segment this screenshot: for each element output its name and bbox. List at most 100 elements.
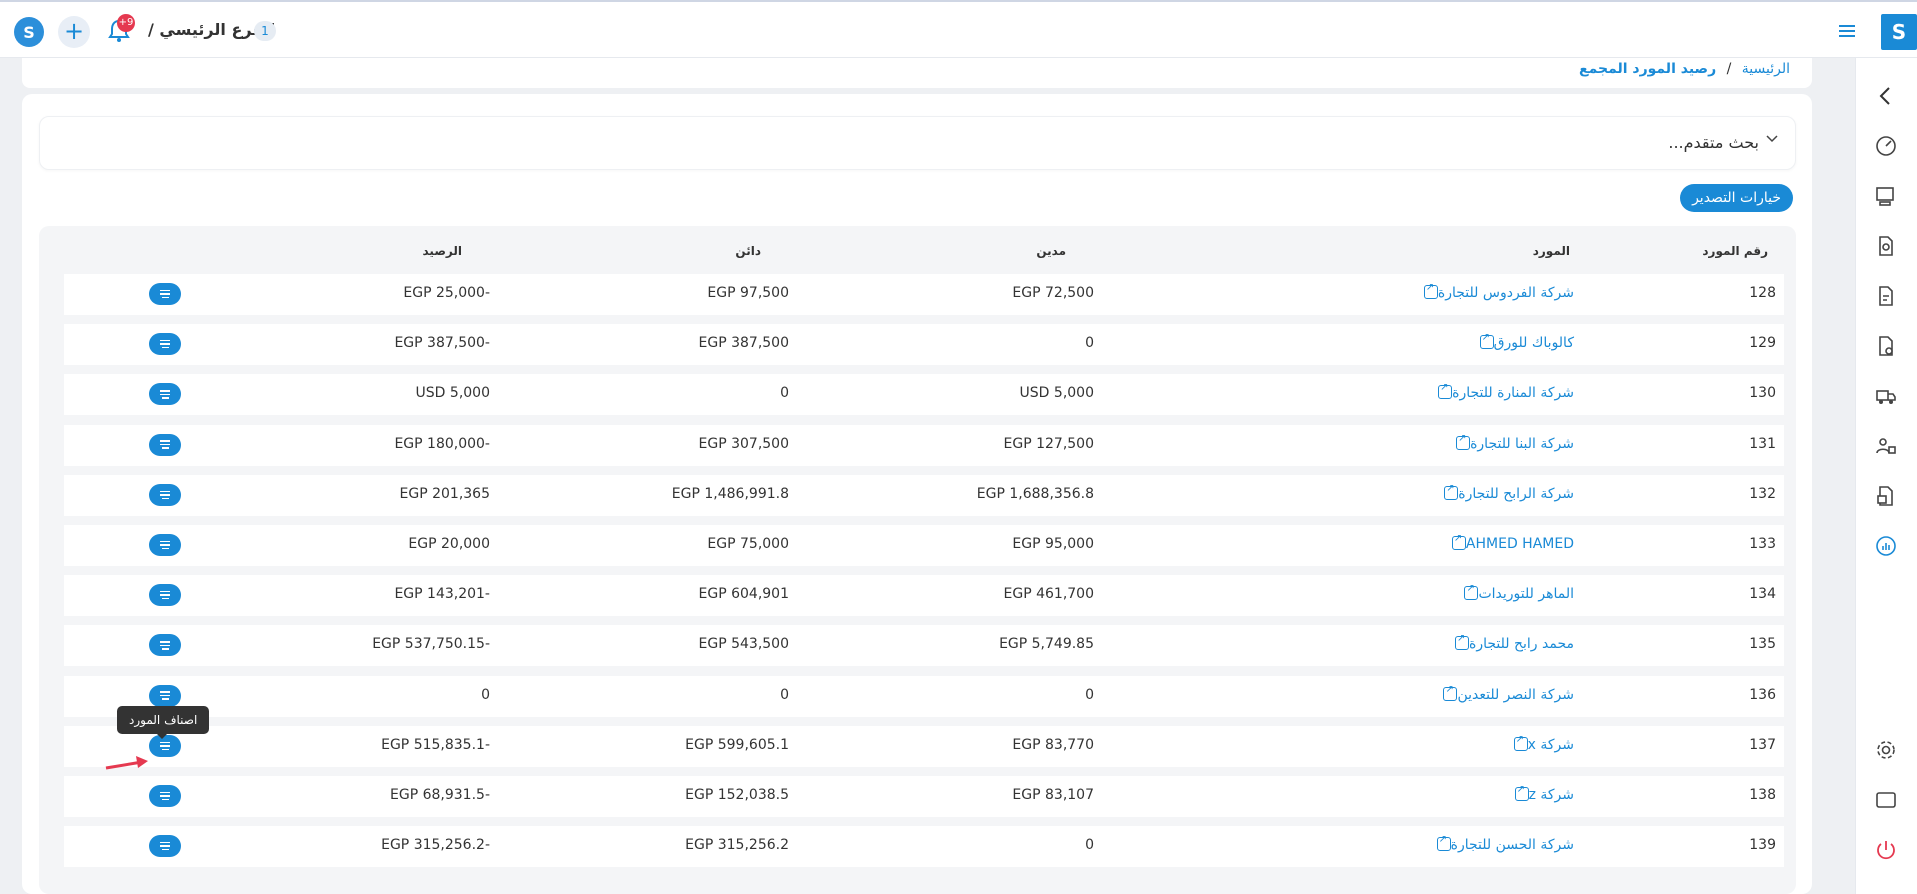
supplier-items-button[interactable] bbox=[149, 433, 181, 456]
warehouse-icon[interactable] bbox=[1874, 484, 1898, 508]
supplier-name[interactable]: شركة x bbox=[1528, 737, 1574, 753]
supplier-items-button[interactable] bbox=[149, 483, 181, 506]
table-row: 128 شركة الفردوس للتجارة EGP 72,500 EGP 97,… bbox=[64, 274, 1784, 315]
app-logo-icon[interactable]: S bbox=[14, 17, 44, 47]
supplier-link[interactable]: شركة z bbox=[1509, 784, 1574, 803]
supplier-number-cell: 128 bbox=[1749, 285, 1776, 301]
supplier-items-button[interactable] bbox=[149, 835, 181, 858]
supplier-items-button[interactable] bbox=[149, 785, 181, 807]
external-link-icon[interactable] bbox=[1436, 834, 1451, 852]
delivery-icon[interactable] bbox=[1874, 384, 1898, 408]
balance-cell: EGP 143,201- bbox=[394, 586, 490, 603]
table-row: 137 شركة x EGP 83,770 EGP 599,605.1 EGP 515,… bbox=[64, 725, 1784, 767]
power-icon[interactable] bbox=[1874, 838, 1898, 862]
supplier-link[interactable]: AHMED HAMED bbox=[1446, 533, 1574, 552]
invoice-icon[interactable] bbox=[1874, 284, 1898, 308]
chevron-left-icon[interactable] bbox=[1874, 84, 1898, 108]
add-button[interactable]: + bbox=[58, 16, 90, 48]
external-link-icon[interactable] bbox=[1464, 583, 1479, 601]
chevron-down-icon[interactable] bbox=[1765, 131, 1779, 149]
debit-cell: 0 bbox=[1085, 837, 1094, 854]
external-link-icon[interactable] bbox=[1443, 684, 1458, 701]
supplier-link[interactable]: شركة x bbox=[1508, 734, 1574, 753]
supplier-items-button[interactable] bbox=[149, 333, 181, 356]
supplier-number-cell: 131 bbox=[1749, 435, 1776, 452]
supplier-link[interactable]: شركة البنا للتجارة bbox=[1450, 433, 1574, 452]
breadcrumb-home[interactable]: الرئيسية bbox=[1742, 61, 1790, 77]
supplier-link[interactable]: شركة الحسن للتجارة bbox=[1431, 834, 1574, 853]
table-row: 131 شركة البنا للتجارة EGP 127,500 EGP 307,… bbox=[64, 424, 1784, 466]
supplier-link[interactable]: شركة الفردوس للتجارة bbox=[1418, 282, 1574, 301]
supplier-name[interactable]: AHMED HAMED bbox=[1466, 536, 1574, 552]
purchase-icon[interactable] bbox=[1874, 334, 1898, 358]
supplier-link[interactable]: شركة المنارة للتجارة bbox=[1432, 382, 1574, 401]
supplier-name[interactable]: شركة الرابح للتجارة bbox=[1458, 486, 1574, 502]
pos-icon[interactable] bbox=[1874, 184, 1898, 208]
supplier-number-cell: 139 bbox=[1749, 837, 1776, 854]
table-row: 138 شركة z EGP 83,107 EGP 152,038.5 EGP 68,9… bbox=[64, 776, 1784, 817]
supplier-link[interactable]: شركة الرابح للتجارة bbox=[1438, 483, 1574, 502]
supplier-number-cell: 133 bbox=[1749, 536, 1776, 552]
debit-cell: EGP 83,107 bbox=[1012, 787, 1094, 803]
table-header: رقم المورد المورد مدين دائن الرصيد bbox=[39, 226, 1796, 266]
supplier-name[interactable]: شركة z bbox=[1529, 787, 1574, 803]
breadcrumb-bar bbox=[22, 58, 1812, 88]
export-options-button[interactable]: خيارات التصدير bbox=[1680, 184, 1793, 212]
supplier-items-button[interactable] bbox=[149, 584, 181, 607]
table-row: 134 الماهر للتوريدات EGP 461,700 EGP 604,90… bbox=[64, 575, 1784, 617]
external-link-icon[interactable] bbox=[1514, 784, 1529, 801]
debit-cell: EGP 1,688,356.8 bbox=[976, 485, 1094, 502]
debit-cell: EGP 72,500 bbox=[1012, 285, 1094, 301]
supplier-number-cell: 137 bbox=[1749, 736, 1776, 753]
supplier-name[interactable]: شركة الحسن للتجارة bbox=[1451, 837, 1574, 853]
supplier-items-button[interactable] bbox=[149, 634, 181, 657]
supplier-link[interactable]: محمد رابح للتجارة bbox=[1449, 633, 1574, 652]
settings-icon[interactable] bbox=[1874, 738, 1898, 762]
credit-cell: EGP 543,500 bbox=[698, 636, 789, 653]
external-link-icon[interactable] bbox=[1456, 433, 1471, 450]
supplier-number-cell: 135 bbox=[1749, 636, 1776, 653]
supplier-name[interactable]: الماهر للتوريدات bbox=[1478, 586, 1574, 602]
credit-cell: 0 bbox=[780, 686, 789, 703]
credit-cell: EGP 1,486,991.8 bbox=[671, 485, 789, 502]
external-link-icon[interactable] bbox=[1423, 282, 1438, 299]
supplier-link[interactable]: شركة النصر للتعدين bbox=[1437, 684, 1574, 703]
external-link-icon[interactable] bbox=[1455, 633, 1469, 651]
supplier-name[interactable]: شركة الفردوس للتجارة bbox=[1438, 285, 1574, 301]
supplier-name[interactable]: كالوباك للورق bbox=[1494, 335, 1574, 351]
supplier-items-button[interactable] bbox=[149, 534, 181, 556]
brand-logo-icon[interactable]: S bbox=[1881, 14, 1917, 50]
supplier-name[interactable]: شركة البنا للتجارة bbox=[1470, 436, 1574, 452]
external-link-icon[interactable] bbox=[1513, 734, 1528, 751]
external-link-icon[interactable] bbox=[1444, 483, 1459, 500]
supplier-name[interactable]: محمد رابح للتجارة bbox=[1469, 636, 1574, 652]
menu-toggle-icon[interactable] bbox=[1836, 20, 1858, 42]
credit-cell: EGP 307,500 bbox=[698, 435, 789, 452]
supplier-link[interactable]: الماهر للتوريدات bbox=[1458, 583, 1574, 602]
window-icon[interactable] bbox=[1874, 788, 1898, 812]
debit-cell: EGP 5,749.85 bbox=[999, 636, 1094, 653]
supplier-items-button[interactable] bbox=[149, 283, 181, 305]
pointer-arrow-icon bbox=[105, 756, 148, 770]
advanced-search-panel[interactable]: بحث متقدم... bbox=[39, 116, 1796, 170]
balance-cell: EGP 537,750.15- bbox=[372, 636, 490, 653]
supplier-items-button[interactable] bbox=[149, 684, 181, 707]
supplier-items-button[interactable] bbox=[149, 383, 181, 406]
balance-cell: EGP 515,835.1- bbox=[381, 736, 490, 753]
external-link-icon[interactable] bbox=[1479, 332, 1494, 350]
supplier-number-cell: 132 bbox=[1749, 485, 1776, 502]
dashboard-icon[interactable] bbox=[1874, 134, 1898, 158]
reports-icon[interactable] bbox=[1874, 534, 1898, 558]
supplier-name[interactable]: شركة النصر للتعدين bbox=[1457, 687, 1574, 703]
top-bar: S + +9 الفرع الرئيسي / 1 S bbox=[0, 0, 1917, 58]
balance-cell: EGP 201,365 bbox=[399, 485, 490, 502]
supplier-name[interactable]: شركة المنارة للتجارة bbox=[1452, 385, 1574, 401]
external-link-icon[interactable] bbox=[1438, 382, 1453, 400]
users-icon[interactable] bbox=[1874, 434, 1898, 458]
supplier-link[interactable]: كالوباك للورق bbox=[1474, 332, 1574, 351]
external-link-icon[interactable] bbox=[1451, 533, 1466, 550]
search-doc-icon[interactable] bbox=[1874, 234, 1898, 258]
table-row: 133 AHMED HAMED EGP 95,000 EGP 75,000 EGP 20… bbox=[64, 525, 1784, 566]
report-card: بحث متقدم... خيارات التصدير رقم المورد ا… bbox=[22, 94, 1812, 894]
balance-cell: EGP 387,500- bbox=[394, 335, 490, 352]
